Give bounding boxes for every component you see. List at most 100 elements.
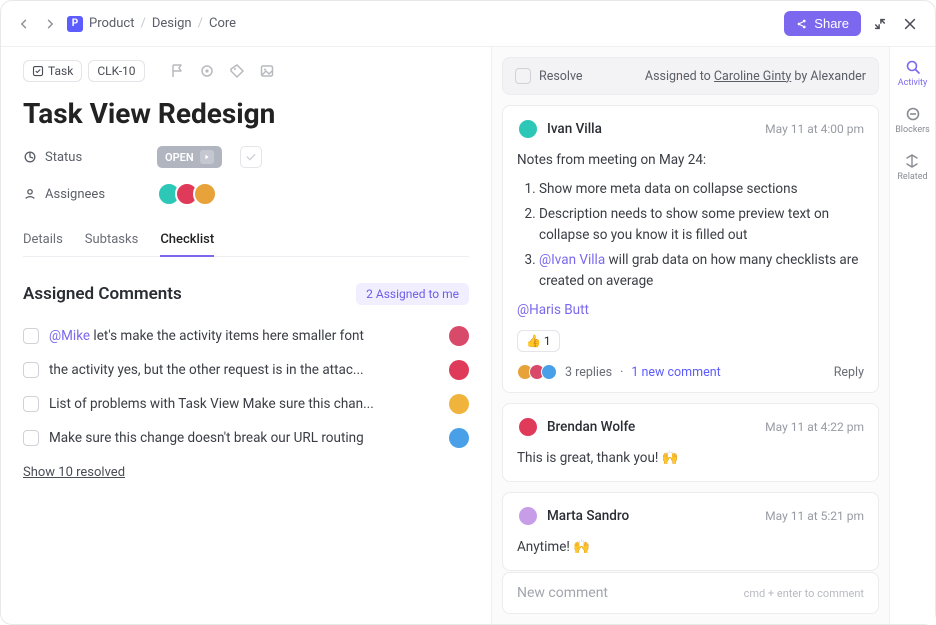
assigned-name[interactable]: Caroline Ginty <box>714 69 791 84</box>
status-icon <box>23 150 37 164</box>
sidebar-tab-related[interactable]: Related <box>897 153 927 182</box>
status-label: Status <box>45 150 82 165</box>
breadcrumb-design[interactable]: Design <box>152 16 192 31</box>
comment-checkbox[interactable] <box>23 362 39 378</box>
status-pill[interactable]: OPEN <box>157 146 222 168</box>
comment-row[interactable]: @Mike let's make the activity items here… <box>23 319 469 353</box>
nav-forward-icon[interactable] <box>41 15 59 33</box>
new-replies-link[interactable]: 1 new comment <box>631 365 720 380</box>
new-comment-placeholder: New comment <box>517 585 608 601</box>
sidebar-tab-label: Activity <box>898 78 927 88</box>
reply-button[interactable]: Reply <box>834 365 864 380</box>
comment-footer: 3 replies·1 new commentReply <box>517 364 864 380</box>
complete-checkbox[interactable] <box>240 146 262 168</box>
task-id-chip[interactable]: CLK-10 <box>88 60 144 82</box>
comment-checkbox[interactable] <box>23 328 39 344</box>
task-toolbar: Task CLK-10 <box>23 59 469 83</box>
comment-text: List of problems with Task View Make sur… <box>49 396 439 412</box>
comment-body: Notes from meeting on May 24:Show more m… <box>517 150 864 320</box>
replies-count[interactable]: 3 replies <box>565 365 612 380</box>
comment-row[interactable]: Make sure this change doesn't break our … <box>23 421 469 455</box>
breadcrumb-sep: / <box>140 16 145 31</box>
sidebar-tab-blockers[interactable]: Blockers <box>895 106 930 135</box>
avatar[interactable] <box>517 505 539 527</box>
task-id-label: CLK-10 <box>97 64 135 78</box>
workspace-icon[interactable]: P <box>67 16 83 32</box>
resolve-label: Resolve <box>539 69 583 84</box>
flag-icon[interactable] <box>165 59 189 83</box>
activity-card: Brendan Wolfe May 11 at 4:22 pm This is gr… <box>502 403 879 482</box>
assigned-suffix: by Alexander <box>791 69 866 84</box>
tab-details[interactable]: Details <box>23 224 63 256</box>
new-comment-input[interactable]: New comment cmd + enter to comment <box>502 572 879 614</box>
comment-row[interactable]: the activity yes, but the other request … <box>23 353 469 387</box>
task-check-icon <box>32 65 44 77</box>
close-icon[interactable] <box>899 13 921 35</box>
comment-text: the activity yes, but the other request … <box>49 362 439 378</box>
assignees-label: Assignees <box>45 187 105 202</box>
tag-icon[interactable] <box>225 59 249 83</box>
breadcrumb-sep: / <box>198 16 203 31</box>
task-type-chip[interactable]: Task <box>23 60 82 82</box>
comment-timestamp: May 11 at 4:22 pm <box>765 420 864 434</box>
assignee-avatars[interactable] <box>157 182 217 206</box>
activity-card: Ivan Villa May 11 at 4:00 pm Notes from me… <box>502 105 879 393</box>
assigned-comments-title: Assigned Comments <box>23 284 182 304</box>
comment-author[interactable]: Marta Sandro <box>547 508 757 524</box>
tab-subtasks[interactable]: Subtasks <box>85 224 139 256</box>
resolve-checkbox[interactable] <box>515 68 531 84</box>
comment-row[interactable]: List of problems with Task View Make sur… <box>23 387 469 421</box>
breadcrumb-core[interactable]: Core <box>209 16 236 31</box>
avatar[interactable] <box>517 118 539 140</box>
comment-timestamp: May 11 at 4:00 pm <box>765 122 864 136</box>
task-tabs: Details Subtasks Checklist <box>23 224 469 257</box>
target-icon[interactable] <box>195 59 219 83</box>
nav-back-icon[interactable] <box>15 15 33 33</box>
comment-author[interactable]: Ivan Villa <box>547 121 757 137</box>
share-button[interactable]: Share <box>784 11 861 36</box>
status-value: OPEN <box>165 151 194 164</box>
reaction-button[interactable]: 👍 1 <box>517 330 560 352</box>
right-sidebar: Activity Blockers Related <box>889 47 935 624</box>
task-main-pane: Task CLK-10 Task View Redesign Status OP… <box>1 47 491 624</box>
avatar[interactable] <box>449 428 469 448</box>
activity-pane: Resolve Assigned to Caroline Ginty by Al… <box>491 47 889 624</box>
comment-text: Make sure this change doesn't break our … <box>49 430 439 446</box>
assigned-count-badge[interactable]: 2 Assigned to me <box>356 283 469 305</box>
image-icon[interactable] <box>255 59 279 83</box>
comment-checkbox[interactable] <box>23 396 39 412</box>
comment-body: Anytime! 🙌 <box>517 537 864 558</box>
person-icon <box>23 187 37 201</box>
new-comment-hint: cmd + enter to comment <box>744 587 864 600</box>
avatar[interactable] <box>449 394 469 414</box>
assigned-prefix: Assigned to <box>645 69 714 84</box>
avatar[interactable] <box>517 416 539 438</box>
comment-author[interactable]: Brendan Wolfe <box>547 419 757 435</box>
status-next-icon[interactable] <box>200 150 214 164</box>
task-type-label: Task <box>48 64 73 78</box>
assignees-row: Assignees <box>23 182 469 206</box>
tab-checklist[interactable]: Checklist <box>160 224 214 257</box>
comment-timestamp: May 11 at 5:21 pm <box>765 509 864 523</box>
avatar[interactable] <box>193 182 217 206</box>
avatar[interactable] <box>449 326 469 346</box>
share-label: Share <box>814 16 849 31</box>
task-title[interactable]: Task View Redesign <box>23 97 469 130</box>
sidebar-tab-label: Related <box>897 172 927 182</box>
comment-checkbox[interactable] <box>23 430 39 446</box>
resolve-bar: Resolve Assigned to Caroline Ginty by Al… <box>502 57 879 95</box>
avatar[interactable] <box>541 364 557 380</box>
breadcrumbs: P Product / Design / Core <box>67 16 236 32</box>
comment-text: @Mike let's make the activity items here… <box>49 328 439 344</box>
collapse-icon[interactable] <box>869 13 891 35</box>
show-resolved-link[interactable]: Show 10 resolved <box>23 465 125 480</box>
sidebar-tab-activity[interactable]: Activity <box>898 59 927 88</box>
comment-body: This is great, thank you! 🙌 <box>517 448 864 469</box>
avatar[interactable] <box>449 360 469 380</box>
sidebar-tab-label: Blockers <box>895 125 930 135</box>
share-icon <box>796 18 808 30</box>
status-row: Status OPEN <box>23 146 469 168</box>
activity-card: Marta Sandro May 11 at 5:21 pm Anytime! 🙌 <box>502 492 879 571</box>
mention-link[interactable]: @Haris Butt <box>517 302 589 318</box>
breadcrumb-product[interactable]: Product <box>89 16 134 31</box>
